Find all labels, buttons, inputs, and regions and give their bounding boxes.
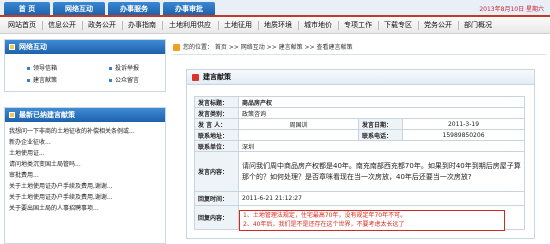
category-value: 政策咨询	[237, 107, 526, 119]
panel-title: 最新已纳建言献策	[5, 108, 165, 122]
list-item[interactable]: 关于土地使用证办户手续及费用,谢谢...	[9, 183, 113, 191]
content-label: 发言内容：	[194, 151, 239, 192]
title-value: 商品房产权	[237, 96, 526, 108]
nav-party[interactable]: 党务公开	[420, 17, 456, 34]
phone-label: 联系电话：	[358, 129, 403, 141]
interaction-panel: 网络互动 领导信箱 投诉举报 建言献策 公众留言	[4, 39, 166, 92]
content-value: 请问我们周中商品房产权都是40年。南充南部西充都70年。如果到时40年到期后房屋…	[237, 151, 526, 192]
list-item[interactable]: 我想问一下非商的土地征收的补偿相关条例或...	[9, 128, 135, 136]
title-label: 发言标题：	[194, 96, 239, 108]
current-date: 2013年8月10日 星期六	[479, 6, 544, 13]
list-item[interactable]: 关于土地使用证办户手续及费用,谢谢...	[9, 194, 113, 202]
list-item[interactable]: 新办企业征收...	[9, 139, 51, 147]
list-item[interactable]: 请问地类沉变国土局管吗...	[9, 161, 81, 169]
bullet-icon	[27, 79, 30, 82]
tab-approval[interactable]: 办事审批	[163, 2, 215, 16]
dept-value: 深圳	[237, 140, 526, 152]
nav-gov[interactable]: 政务公开	[84, 17, 120, 34]
home-icon	[173, 44, 180, 51]
address-value	[238, 129, 359, 141]
top-nav: 首 页 网络互动 办事服务 办事审批 2013年8月10日 星期六	[0, 0, 550, 17]
nav-special[interactable]: 专项工作	[340, 17, 376, 34]
category-label: 发言类别：	[194, 107, 239, 119]
doc-icon	[9, 112, 15, 118]
phone-value: 15989850206	[401, 129, 526, 141]
reply-label: 回复内容：	[194, 205, 239, 230]
reply-line: 2、40年后，我们是不是还存在这个世界，不要考虑太长远了	[243, 221, 405, 228]
date-label: 发言日期：	[358, 118, 403, 130]
bullet-icon	[27, 67, 30, 70]
breadcrumb: 您的位置： 首页 >> 网络互动 >> 建言献策 >> 查看建言献策	[173, 42, 353, 54]
reply-content: 1、土地管理法规定，住宅最高70年，没有规定年70年不可。 2、40年后，我们是…	[239, 210, 505, 231]
nav-geo[interactable]: 地质环境	[260, 17, 296, 34]
latest-panel: 最新已纳建言献策 我想问一下非商的土地征收的补偿相关条例或... 新办企业征收.…	[4, 107, 166, 244]
nav-price[interactable]: 城市地价	[300, 17, 336, 34]
tab-services[interactable]: 办事服务	[108, 2, 160, 16]
speaker-value: 周国训	[238, 118, 359, 130]
reply-time-label: 回复时间：	[194, 191, 239, 206]
nav-dept[interactable]: 部门概况	[460, 17, 496, 34]
bullet-icon	[109, 79, 112, 82]
tab-home[interactable]: 首 页	[4, 2, 50, 16]
list-item[interactable]: 关于要出国土局的人事招聘事项...	[9, 205, 99, 213]
reply-time-value: 2011-6-21 21:12:27	[237, 191, 526, 206]
nav-info[interactable]: 信息公开	[44, 17, 80, 34]
nav-guide[interactable]: 办事指南	[124, 17, 160, 34]
nav-land-acq[interactable]: 土地征用	[220, 17, 256, 34]
folder-icon	[9, 44, 15, 50]
section-icon	[192, 74, 199, 81]
link-suggestion[interactable]: 建言献策	[27, 77, 57, 85]
date-value: 2011-3-19	[401, 118, 526, 130]
speaker-label: 发 言 人：	[194, 118, 239, 130]
bullet-icon	[109, 67, 112, 70]
address-label: 联系地址：	[194, 129, 239, 141]
link-leader-mail[interactable]: 领导信箱	[27, 65, 57, 73]
main-nav: 网站首页 信息公开 政务公开 办事指南 土地利用供应 土地征用 地质环境 城市地…	[0, 17, 550, 34]
nav-download[interactable]: 下载专区	[380, 17, 416, 34]
reply-line: 1、土地管理法规定，住宅最高70年，没有规定年70年不可。	[243, 212, 407, 219]
tab-interaction[interactable]: 网络互动	[53, 2, 105, 16]
nav-land-use[interactable]: 土地利用供应	[164, 17, 216, 34]
list-item[interactable]: 审批费用...	[9, 172, 39, 180]
dept-label: 联系单位：	[194, 140, 239, 152]
section-header: 建言献策	[187, 70, 534, 85]
link-complaint[interactable]: 投诉举报	[109, 65, 139, 73]
list-item[interactable]: 土地使用证...	[9, 150, 45, 158]
panel-title: 网络互动	[5, 40, 165, 54]
link-message[interactable]: 公众留言	[109, 77, 139, 85]
breadcrumb-divider	[172, 54, 546, 55]
nav-home[interactable]: 网站首页	[4, 17, 40, 34]
